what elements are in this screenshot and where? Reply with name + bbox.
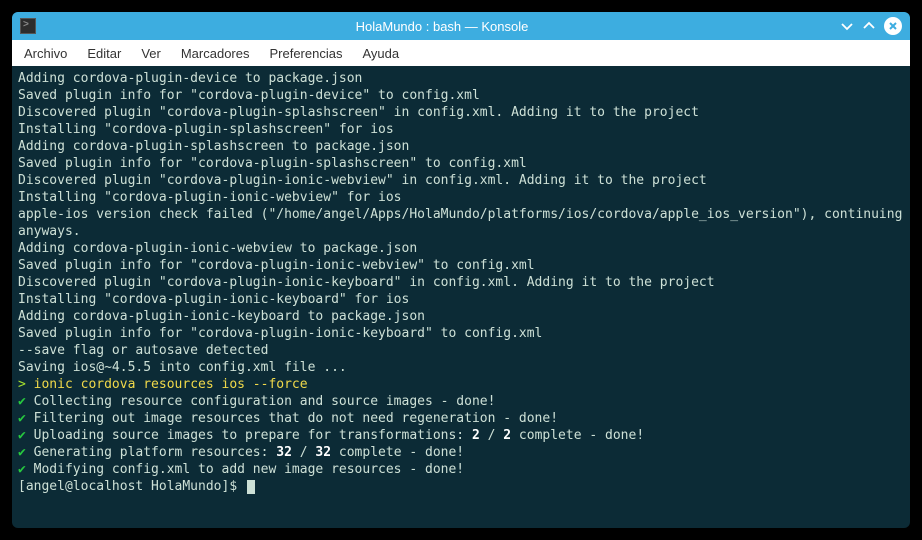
check-icon: ✔ <box>18 445 26 460</box>
terminal-line: Discovered plugin "cordova-plugin-ionic-… <box>18 274 904 291</box>
menu-editar[interactable]: Editar <box>87 46 121 61</box>
titlebar[interactable]: HolaMundo : bash — Konsole <box>12 12 910 40</box>
minimize-icon[interactable] <box>840 19 854 33</box>
menu-ayuda[interactable]: Ayuda <box>362 46 399 61</box>
terminal-line: Saved plugin info for "cordova-plugin-sp… <box>18 155 904 172</box>
check-icon: ✔ <box>18 428 26 443</box>
terminal-line: Saved plugin info for "cordova-plugin-io… <box>18 257 904 274</box>
check-icon: ✔ <box>18 462 26 477</box>
terminal-line: Discovered plugin "cordova-plugin-ionic-… <box>18 172 904 189</box>
window-controls <box>840 17 902 35</box>
terminal-line: ✔ Filtering out image resources that do … <box>18 410 904 427</box>
terminal-line: ✔ Generating platform resources: 32 / 32… <box>18 444 904 461</box>
terminal-line: apple-ios version check failed ("/home/a… <box>18 206 904 240</box>
terminal-line: Adding cordova-plugin-splashscreen to pa… <box>18 138 904 155</box>
terminal-line: Adding cordova-plugin-device to package.… <box>18 70 904 87</box>
terminal-line: Discovered plugin "cordova-plugin-splash… <box>18 104 904 121</box>
window: HolaMundo : bash — Konsole Archivo Edita… <box>12 12 910 528</box>
check-icon: ✔ <box>18 394 26 409</box>
terminal-line: Saved plugin info for "cordova-plugin-de… <box>18 87 904 104</box>
terminal-line: Installing "cordova-plugin-ionic-webview… <box>18 189 904 206</box>
terminal-line: Installing "cordova-plugin-splashscreen"… <box>18 121 904 138</box>
terminal-body[interactable]: Adding cordova-plugin-device to package.… <box>12 66 910 528</box>
terminal-line: Installing "cordova-plugin-ionic-keyboar… <box>18 291 904 308</box>
terminal-line: Adding cordova-plugin-ionic-webview to p… <box>18 240 904 257</box>
terminal-line: [angel@localhost HolaMundo]$ <box>18 478 904 495</box>
menu-marcadores[interactable]: Marcadores <box>181 46 250 61</box>
app-icon <box>20 18 36 34</box>
menubar: Archivo Editar Ver Marcadores Preferenci… <box>12 40 910 66</box>
terminal-line: > ionic cordova resources ios --force <box>18 376 904 393</box>
terminal-line: Saved plugin info for "cordova-plugin-io… <box>18 325 904 342</box>
terminal-line: Saving ios@~4.5.5 into config.xml file .… <box>18 359 904 376</box>
terminal-line: Adding cordova-plugin-ionic-keyboard to … <box>18 308 904 325</box>
menu-archivo[interactable]: Archivo <box>24 46 67 61</box>
cursor-icon <box>247 480 255 494</box>
close-icon[interactable] <box>884 17 902 35</box>
menu-preferencias[interactable]: Preferencias <box>269 46 342 61</box>
maximize-icon[interactable] <box>862 19 876 33</box>
window-title: HolaMundo : bash — Konsole <box>44 19 840 34</box>
terminal-line: --save flag or autosave detected <box>18 342 904 359</box>
menu-ver[interactable]: Ver <box>141 46 161 61</box>
terminal-line: ✔ Modifying config.xml to add new image … <box>18 461 904 478</box>
terminal-line: ✔ Collecting resource configuration and … <box>18 393 904 410</box>
check-icon: ✔ <box>18 411 26 426</box>
terminal-line: ✔ Uploading source images to prepare for… <box>18 427 904 444</box>
